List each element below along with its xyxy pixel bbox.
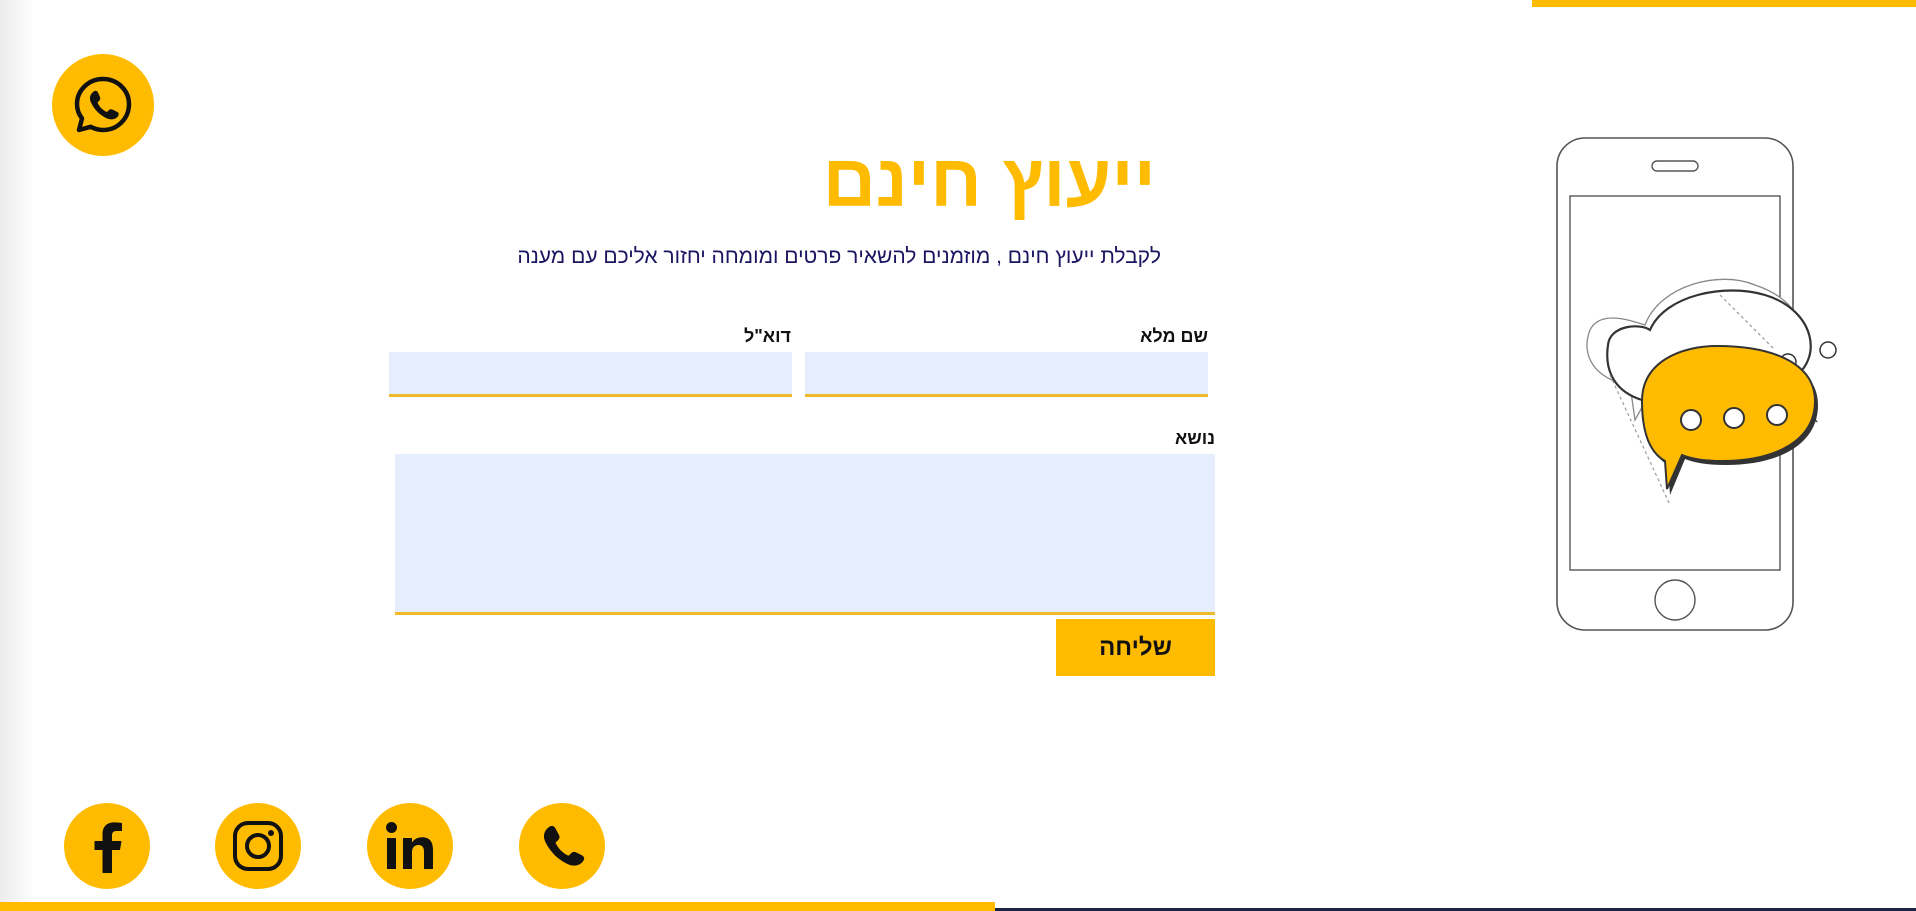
phone-chat-illustration bbox=[1556, 137, 1837, 631]
submit-button[interactable]: שליחה bbox=[1056, 619, 1215, 676]
bottom-accent-bar bbox=[0, 902, 995, 911]
instagram-button[interactable] bbox=[215, 803, 301, 889]
top-accent-bar bbox=[1532, 0, 1916, 7]
subject-textarea[interactable] bbox=[395, 454, 1215, 615]
linkedin-button[interactable] bbox=[367, 803, 453, 889]
left-edge-shadow bbox=[0, 0, 34, 911]
whatsapp-icon bbox=[74, 76, 132, 133]
whatsapp-button[interactable] bbox=[52, 54, 154, 156]
linkedin-icon bbox=[386, 822, 433, 869]
email-input[interactable] bbox=[389, 352, 792, 397]
email-label: דוא"ל bbox=[743, 326, 791, 346]
facebook-icon bbox=[94, 822, 122, 873]
page-title: ייעוץ חינם bbox=[822, 139, 1156, 222]
phone-icon bbox=[543, 825, 585, 866]
full-name-input[interactable] bbox=[805, 352, 1208, 397]
subject-label: נושא bbox=[1175, 428, 1215, 448]
page-subtitle: לקבלת ייעוץ חינם , מוזמנים להשאיר פרטים … bbox=[517, 245, 1161, 268]
full-name-label: שם מלא bbox=[1140, 326, 1208, 346]
phone-button[interactable] bbox=[519, 803, 605, 889]
instagram-icon bbox=[233, 821, 283, 871]
facebook-button[interactable] bbox=[64, 803, 150, 889]
